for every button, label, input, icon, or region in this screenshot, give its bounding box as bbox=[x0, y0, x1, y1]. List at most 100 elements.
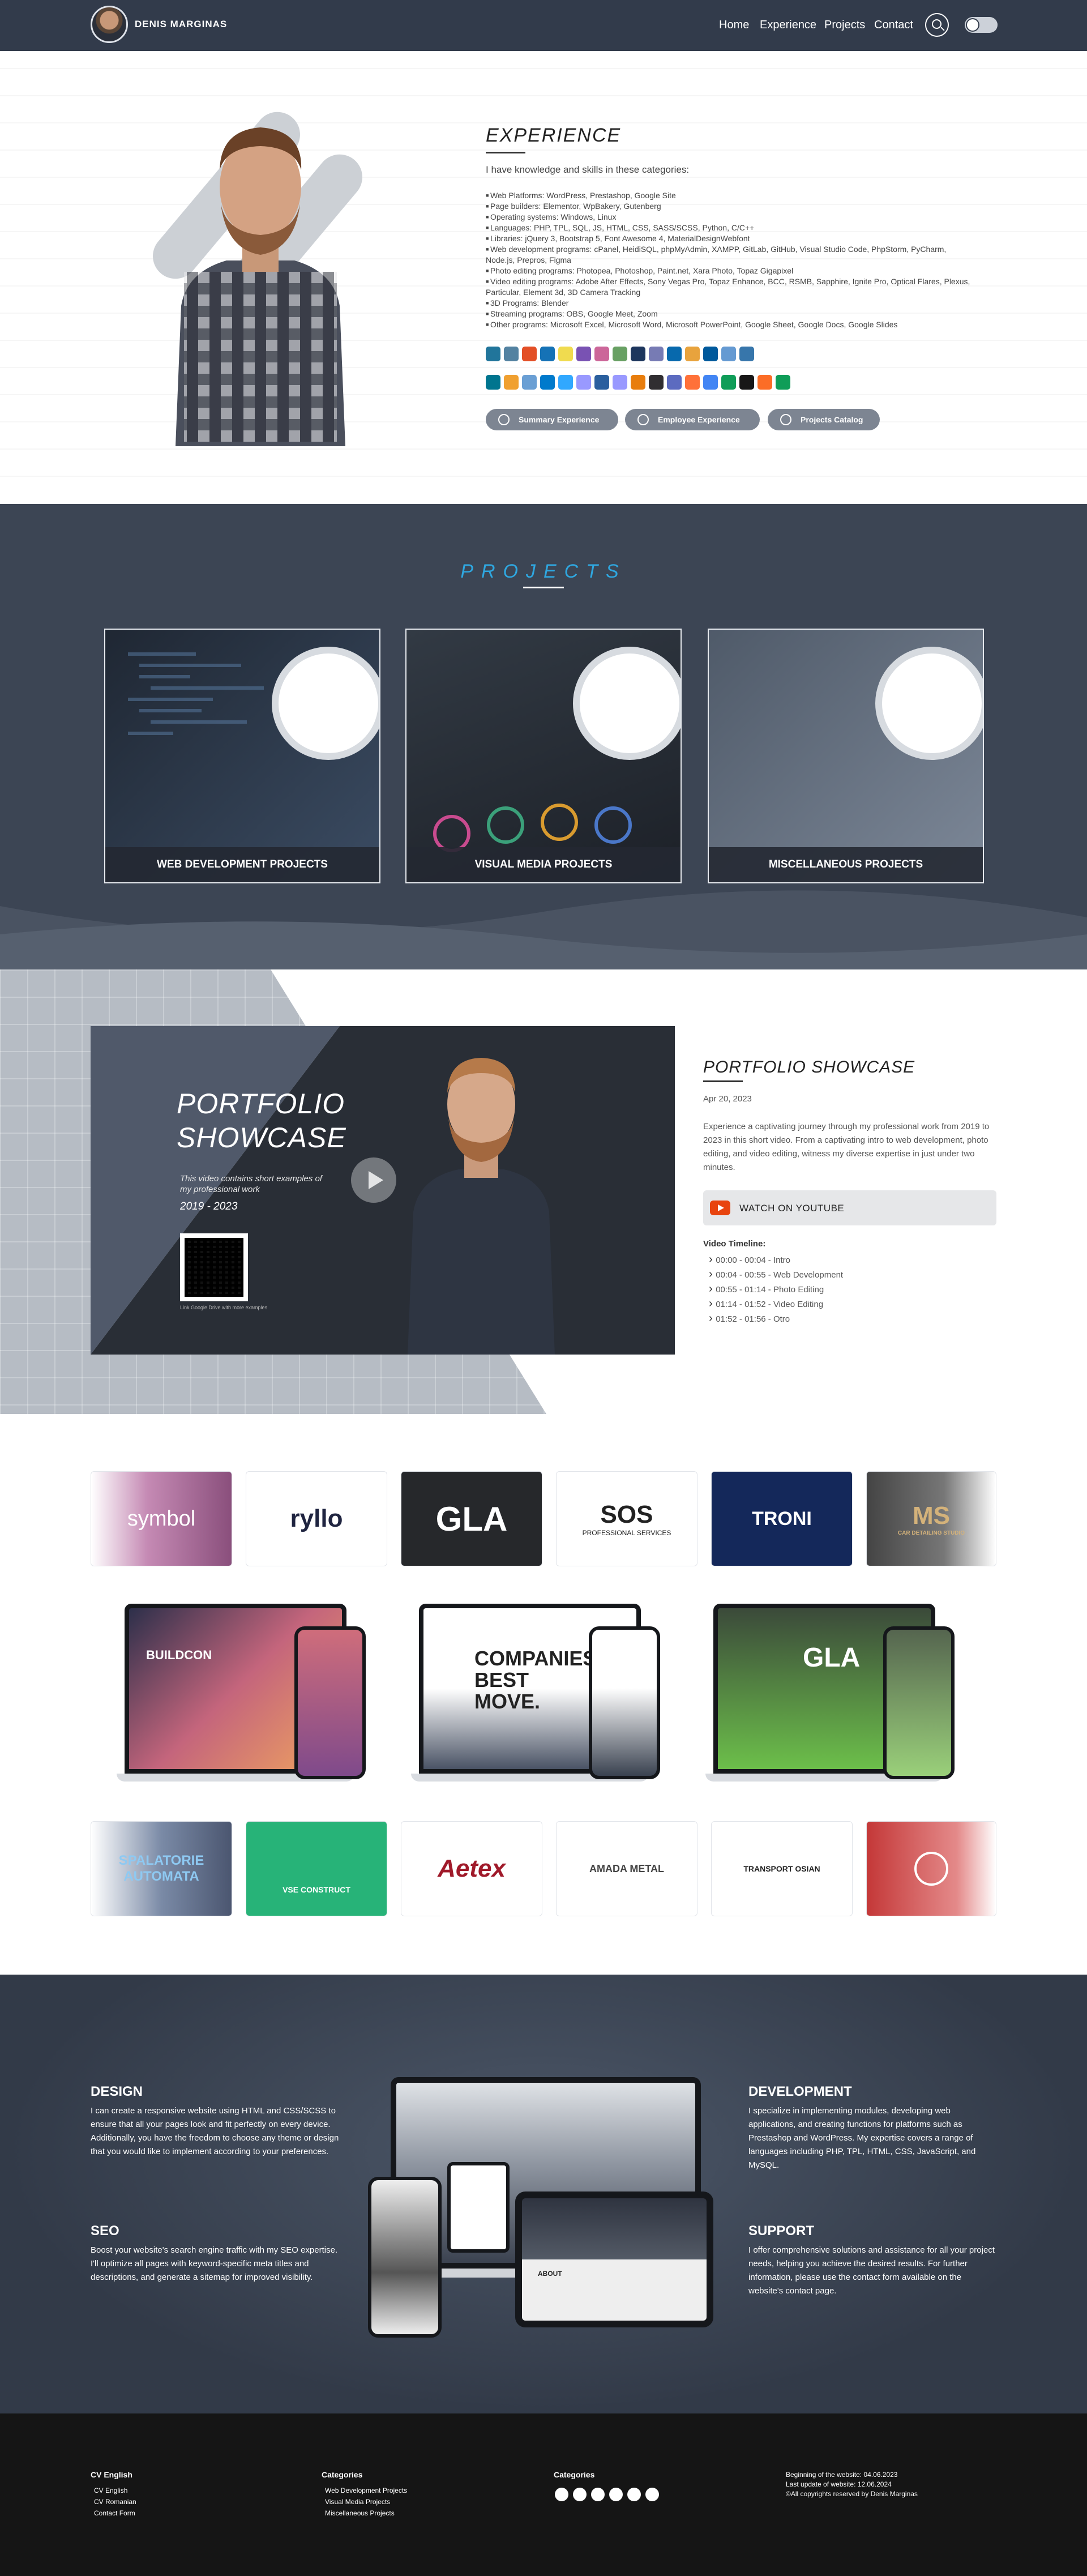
site-start-date: Beginning of the website: 04.06.2023 bbox=[786, 2471, 898, 2479]
project-card-misc[interactable]: MISCELLANEOUS PROJECTS bbox=[708, 629, 984, 883]
list-item: Languages: PHP, TPL, SQL, JS, HTML, CSS,… bbox=[486, 223, 973, 233]
list-item: Page builders: Elementor, WpBakery, Gute… bbox=[486, 201, 973, 212]
nav-experience[interactable]: Experience bbox=[760, 19, 816, 32]
client-logo-vse[interactable]: VSE CONSTRUCT bbox=[246, 1821, 387, 1916]
github-icon[interactable] bbox=[645, 2488, 659, 2501]
firefox-icon bbox=[685, 375, 700, 390]
web-dev-link[interactable]: Web Development Projects bbox=[325, 2485, 407, 2496]
footer-cv-links: CV English CV Romanian Contact Form bbox=[94, 2485, 136, 2519]
tractor-icon bbox=[914, 1852, 948, 1886]
development-title: DEVELOPMENT bbox=[748, 2084, 852, 2099]
showcase-description: Experience a captivating journey through… bbox=[703, 1122, 990, 1172]
visual-media-link[interactable]: Visual Media Projects bbox=[325, 2496, 407, 2507]
button-label: WATCH ON YOUTUBE bbox=[739, 1203, 845, 1214]
client-logo-transport-osian[interactable]: TRANSPORT OSIAN bbox=[711, 1821, 853, 1916]
client-logo-amada[interactable]: AMADA METAL bbox=[556, 1821, 697, 1916]
mysql-icon bbox=[486, 375, 500, 390]
search-icon[interactable] bbox=[925, 13, 949, 37]
video-title-line2: SHOWCASE bbox=[177, 1122, 346, 1154]
project-card-web[interactable]: WEB DEVELOPMENT PROJECTS bbox=[104, 629, 380, 883]
joomla-icon bbox=[504, 347, 519, 361]
experience-list: Web Platforms: WordPress, Prestashop, Go… bbox=[486, 190, 973, 330]
qr-caption: Link Google Drive with more examples bbox=[180, 1305, 268, 1310]
vegas-icon bbox=[594, 375, 609, 390]
logo-text: GLA bbox=[435, 1500, 508, 1538]
brand-name[interactable]: DENIS MARGINAS bbox=[135, 19, 227, 30]
seo-text: Boost your website's search engine traff… bbox=[91, 2245, 338, 2282]
timeline-item: 00:55 - 01:14 - Photo Editing bbox=[709, 1282, 843, 1297]
support-title: SUPPORT bbox=[748, 2223, 815, 2238]
instagram-icon[interactable] bbox=[627, 2488, 641, 2501]
project-card-visual[interactable]: VISUAL MEDIA PROJECTS bbox=[405, 629, 682, 883]
client-logo-sos[interactable]: SOS PROFESSIONAL SERVICES bbox=[556, 1471, 697, 1566]
mockup-buildcon[interactable]: BUILDCON bbox=[117, 1604, 366, 1782]
jquery-icon bbox=[667, 347, 682, 361]
list-item: 3D Programs: Blender bbox=[486, 298, 973, 309]
mockup-ryllo[interactable]: COMPANIES BEST MOVE. bbox=[411, 1604, 660, 1782]
client-logo-ryllo[interactable]: ryllo bbox=[246, 1471, 387, 1566]
handshake-icon bbox=[637, 414, 649, 425]
showcase-title: PORTFOLIO SHOWCASE bbox=[703, 1058, 915, 1076]
client-logo-spalatorie[interactable]: SPALATORIE AUTOMATA bbox=[91, 1821, 232, 1916]
footer-col3-title: Categories bbox=[554, 2470, 595, 2479]
timeline-title: Video Timeline: bbox=[703, 1239, 766, 1249]
user-icon bbox=[498, 414, 510, 425]
chart-icon bbox=[504, 375, 519, 390]
person-photo bbox=[408, 1058, 555, 1355]
summary-experience-button[interactable]: Summary Experience bbox=[486, 409, 618, 430]
linkedin-icon[interactable] bbox=[591, 2488, 605, 2501]
avatar[interactable] bbox=[91, 6, 128, 43]
timeline-item: 01:52 - 01:56 - Otro bbox=[709, 1312, 843, 1326]
projects-catalog-button[interactable]: Projects Catalog bbox=[768, 409, 880, 430]
services-devices-mockup: ABOUT bbox=[368, 2077, 713, 2338]
logo-text: TRANSPORT OSIAN bbox=[743, 1864, 820, 1873]
timeline-item: 00:00 - 00:04 - Intro bbox=[709, 1253, 843, 1267]
misc-projects-link[interactable]: Miscellaneous Projects bbox=[325, 2507, 407, 2519]
less-icon bbox=[631, 347, 645, 361]
megaphone-icon bbox=[573, 647, 681, 760]
list-item: Streaming programs: OBS, Google Meet, Zo… bbox=[486, 309, 973, 319]
footer-col2-title: Categories bbox=[322, 2470, 363, 2479]
blender-icon bbox=[631, 375, 645, 390]
qr-code bbox=[180, 1233, 248, 1301]
logo-text: SOS bbox=[600, 1501, 653, 1528]
x-icon[interactable] bbox=[609, 2488, 623, 2501]
contact-form-link[interactable]: Contact Form bbox=[94, 2507, 136, 2519]
button-label: Employee Experience bbox=[658, 415, 740, 424]
sheet-icon bbox=[776, 375, 790, 390]
client-logo-tractor[interactable] bbox=[866, 1821, 996, 1916]
email-icon[interactable] bbox=[555, 2488, 568, 2501]
list-item: Operating systems: Windows, Linux bbox=[486, 212, 973, 223]
showcase-date: Apr 20, 2023 bbox=[703, 1094, 752, 1104]
theme-toggle[interactable] bbox=[965, 17, 998, 33]
client-logo-troni[interactable]: TRONI bbox=[711, 1471, 853, 1566]
tech-icons-row1 bbox=[486, 347, 939, 364]
logo-text: AMADA METAL bbox=[589, 1862, 664, 1874]
mockup-gla[interactable]: GLA bbox=[705, 1604, 955, 1782]
logo-subtext: CAR DETAILING STUDIO bbox=[897, 1530, 965, 1536]
list-item: Video editing programs: Adobe After Effe… bbox=[486, 276, 973, 298]
play-icon[interactable] bbox=[351, 1157, 396, 1203]
cv-english-link[interactable]: CV English bbox=[94, 2485, 136, 2496]
facebook-icon[interactable] bbox=[573, 2488, 587, 2501]
bootstrap-icon bbox=[576, 347, 591, 361]
obs-icon bbox=[649, 375, 664, 390]
nav-contact[interactable]: Contact bbox=[874, 19, 913, 32]
copyright: ©All copyrights reserved by Denis Margin… bbox=[786, 2490, 918, 2498]
footer-category-links: Web Development Projects Visual Media Pr… bbox=[325, 2485, 407, 2519]
nav-projects[interactable]: Projects bbox=[824, 19, 865, 32]
python-icon bbox=[739, 347, 754, 361]
mic-icon bbox=[667, 375, 682, 390]
title-underline bbox=[523, 587, 564, 588]
video-subtitle: This video contains short examples of my… bbox=[180, 1174, 322, 1194]
sass-icon bbox=[594, 347, 609, 361]
watch-on-youtube-button[interactable]: WATCH ON YOUTUBE bbox=[703, 1190, 996, 1225]
video-icon bbox=[875, 647, 983, 760]
cv-romanian-link[interactable]: CV Romanian bbox=[94, 2496, 136, 2507]
client-logo-symbol[interactable]: symbol bbox=[91, 1471, 232, 1566]
client-logo-aetex[interactable]: Aetex bbox=[401, 1821, 542, 1916]
employee-experience-button[interactable]: Employee Experience bbox=[625, 409, 760, 430]
client-logo-ms[interactable]: MS CAR DETAILING STUDIO bbox=[866, 1471, 996, 1566]
nav-home[interactable]: Home bbox=[719, 19, 749, 32]
client-logo-gla[interactable]: GLA bbox=[401, 1471, 542, 1566]
